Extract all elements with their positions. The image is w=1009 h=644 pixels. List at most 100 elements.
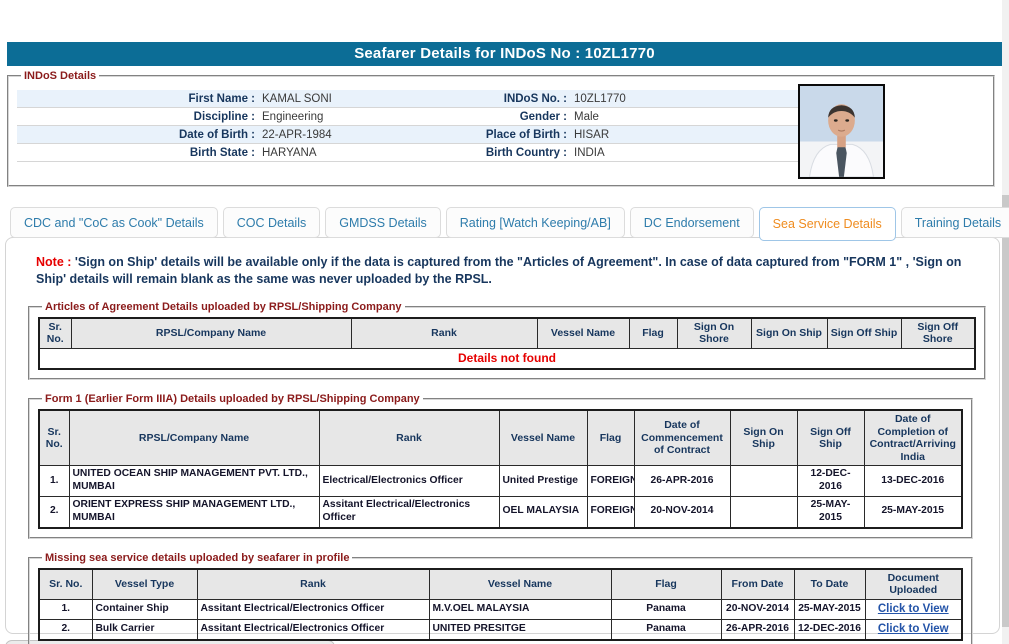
- section-form1-details: Form 1 (Earlier Form IIIA) Details uploa…: [28, 393, 973, 539]
- note-body: 'Sign on Ship' details will be available…: [36, 255, 961, 286]
- field-value: 22-APR-1984: [255, 126, 465, 143]
- field-value: Engineering: [255, 108, 465, 125]
- field-label: Place of Birth :: [465, 126, 567, 143]
- cell: ORIENT EXPRESS SHIP MANAGEMENT LTD., MUM…: [69, 497, 319, 528]
- cell: 12-DEC-2016: [797, 466, 864, 497]
- section-articles-of-agreement: Articles of Agreement Details uploaded b…: [28, 301, 986, 380]
- column-header: Sign Off Shore: [901, 318, 975, 349]
- indos-row: Discipline :EngineeringGender :Male: [17, 108, 799, 126]
- field-value: HARYANA: [255, 144, 465, 161]
- cell: Container Ship: [92, 599, 197, 619]
- tab-dc-endorsement[interactable]: DC Endorsement: [630, 207, 754, 238]
- section-legend: Form 1 (Earlier Form IIIA) Details uploa…: [42, 393, 423, 405]
- cell: [730, 497, 797, 528]
- tab-rating-watch-keeping-ab[interactable]: Rating [Watch Keeping/AB]: [446, 207, 625, 238]
- tab-training-details[interactable]: Training Details: [901, 207, 1009, 238]
- table-row: 1.Container ShipAssitant Electrical/Elec…: [39, 599, 962, 619]
- cell: Assitant Electrical/Electronics Officer: [319, 497, 499, 528]
- field-label: Birth State :: [17, 144, 255, 161]
- field-label: INDoS No. :: [465, 90, 567, 107]
- column-header: Sign On Ship: [730, 410, 797, 466]
- cell: Click to View: [865, 619, 962, 639]
- vertical-scrollbar[interactable]: [1002, 0, 1009, 644]
- tab-coc-details[interactable]: COC Details: [223, 207, 320, 238]
- header-row: Sr. No.RPSL/Company NameRankVessel NameF…: [39, 410, 962, 466]
- seafarer-details-page: Seafarer Details for INDoS No : 10ZL1770…: [0, 0, 1009, 644]
- scrollbar-thumb[interactable]: [1002, 195, 1009, 627]
- missing-sea-service-table: Sr. No.Vessel TypeRankVessel NameFlagFro…: [38, 568, 963, 641]
- field-value: Male: [567, 108, 799, 125]
- indos-details-grid: First Name :KAMAL SONIINDoS No. :10ZL177…: [17, 90, 799, 162]
- cell: 26-APR-2016: [721, 619, 794, 639]
- cell: United Prestige: [499, 466, 587, 497]
- indos-row: Birth State :HARYANABirth Country :INDIA: [17, 144, 799, 162]
- cell: FOREIGN: [587, 466, 634, 497]
- column-header: Date of Completion of Contract/Arriving …: [864, 410, 962, 466]
- cell: OEL MALAYSIA: [499, 497, 587, 528]
- click-to-view-link[interactable]: Click to View: [878, 623, 949, 635]
- cell: Click to View: [865, 599, 962, 619]
- cell: 2.: [39, 619, 92, 639]
- click-to-view-link[interactable]: Click to View: [878, 603, 949, 615]
- field-label: Gender :: [465, 108, 567, 125]
- column-header: Vessel Name: [537, 318, 629, 349]
- column-header: From Date: [721, 569, 794, 600]
- portrait-icon: [800, 86, 883, 177]
- page-title: Seafarer Details for INDoS No : 10ZL1770: [7, 42, 1002, 66]
- header-row: Sr. No.RPSL/Company NameRankVessel NameF…: [39, 318, 975, 349]
- tabs-bar: CDC and "CoC as Cook" DetailsCOC Details…: [10, 207, 1009, 241]
- cell: FOREIGN: [587, 497, 634, 528]
- empty-message: Details not found: [39, 348, 975, 369]
- empty-row: Details not found: [39, 348, 975, 369]
- column-header: Sign On Shore: [677, 318, 751, 349]
- column-header: Sign On Ship: [751, 318, 827, 349]
- column-header: Sign Off Ship: [797, 410, 864, 466]
- tab-sea-service-details[interactable]: Sea Service Details: [759, 207, 896, 241]
- cell: Assitant Electrical/Electronics Officer: [197, 599, 429, 619]
- cell: M.V.OEL MALAYSIA: [429, 599, 611, 619]
- tab-gmdss-details[interactable]: GMDSS Details: [325, 207, 441, 238]
- field-label: Date of Birth :: [17, 126, 255, 143]
- column-header: Rank: [197, 569, 429, 600]
- column-header: Flag: [629, 318, 677, 349]
- cell: 2.: [39, 497, 69, 528]
- cell: 25-MAY-2015: [864, 497, 962, 528]
- indos-row: Date of Birth :22-APR-1984Place of Birth…: [17, 126, 799, 144]
- column-header: Rank: [351, 318, 537, 349]
- cell: Panama: [611, 599, 721, 619]
- cell: Bulk Carrier: [92, 619, 197, 639]
- field-value: HISAR: [567, 126, 799, 143]
- note-prefix: Note :: [36, 255, 71, 269]
- indos-row: First Name :KAMAL SONIINDoS No. :10ZL177…: [17, 90, 799, 108]
- column-header: To Date: [794, 569, 865, 600]
- section-legend: Articles of Agreement Details uploaded b…: [42, 301, 405, 313]
- column-header: Flag: [611, 569, 721, 600]
- column-header: Sr. No.: [39, 318, 71, 349]
- column-header: Vessel Name: [429, 569, 611, 600]
- table-row: 2.ORIENT EXPRESS SHIP MANAGEMENT LTD., M…: [39, 497, 962, 528]
- cell: 1.: [39, 599, 92, 619]
- tab-cdc-and-coc-as-cook-details[interactable]: CDC and "CoC as Cook" Details: [10, 207, 218, 238]
- form1-details-table: Sr. No.RPSL/Company NameRankVessel NameF…: [38, 409, 963, 529]
- cell: 25-MAY-2015: [797, 497, 864, 528]
- header-row: Sr. No.Vessel TypeRankVessel NameFlagFro…: [39, 569, 962, 600]
- column-header: RPSL/Company Name: [69, 410, 319, 466]
- indos-details-legend: INDoS Details: [21, 70, 99, 82]
- section-missing-sea-service: Missing sea service details uploaded by …: [28, 552, 973, 644]
- cell: 26-APR-2016: [634, 466, 730, 497]
- column-header: Sr. No.: [39, 569, 92, 600]
- cell: [730, 466, 797, 497]
- cell: UNITED OCEAN SHIP MANAGEMENT PVT. LTD., …: [69, 466, 319, 497]
- content-panel: Note : 'Sign on Ship' details will be av…: [5, 237, 1000, 634]
- cell: Electrical/Electronics Officer: [319, 466, 499, 497]
- articles-of-agreement-table: Sr. No.RPSL/Company NameRankVessel NameF…: [38, 317, 976, 370]
- section-legend: Missing sea service details uploaded by …: [42, 552, 352, 564]
- column-header: Vessel Type: [92, 569, 197, 600]
- table-row: 1.UNITED OCEAN SHIP MANAGEMENT PVT. LTD.…: [39, 466, 962, 497]
- cell: 1.: [39, 466, 69, 497]
- column-header: Sr. No.: [39, 410, 69, 466]
- column-header: Sign Off Ship: [827, 318, 901, 349]
- table-row: 2.Bulk CarrierAssitant Electrical/Electr…: [39, 619, 962, 639]
- field-label: Birth Country :: [465, 144, 567, 161]
- cell: Assitant Electrical/Electronics Officer: [197, 619, 429, 639]
